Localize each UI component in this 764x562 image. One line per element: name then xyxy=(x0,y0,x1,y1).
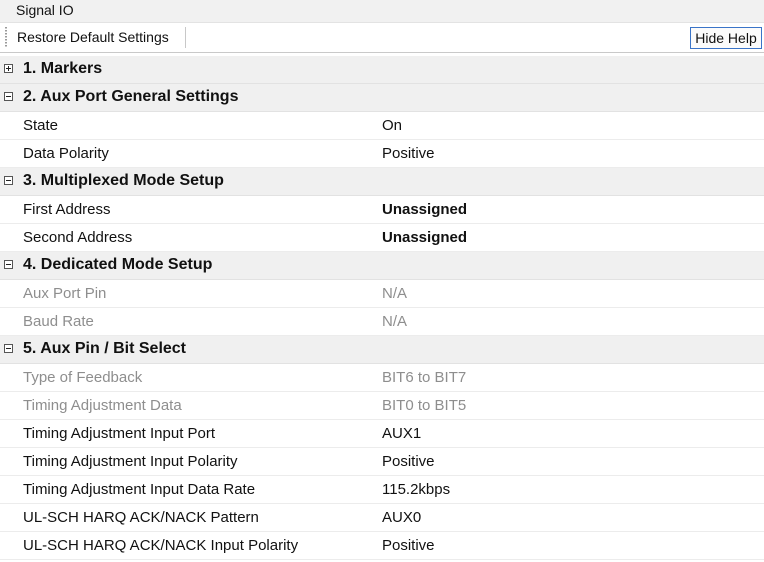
collapse-icon[interactable] xyxy=(4,176,13,185)
category-label: 5. Aux Pin / Bit Select xyxy=(23,340,187,357)
property-name: UL-SCH HARQ ACK/NACK Input Polarity xyxy=(23,537,299,554)
property-row[interactable]: Baud Rate N/A xyxy=(0,308,764,336)
property-row[interactable]: State On xyxy=(0,112,764,140)
toolbar-separator xyxy=(185,27,186,48)
property-name: Timing Adjustment Input Polarity xyxy=(23,453,238,470)
property-value[interactable]: 115.2kbps xyxy=(382,481,450,498)
property-row[interactable]: First Address Unassigned xyxy=(0,196,764,224)
category-label: 2. Aux Port General Settings xyxy=(23,88,239,105)
property-name: UL-SCH HARQ ACK/NACK Pattern xyxy=(23,509,259,526)
category-row[interactable]: 1. Markers xyxy=(0,56,764,84)
property-name: Type of Feedback xyxy=(23,369,143,386)
property-name: Aux Port Pin xyxy=(23,285,107,302)
property-value: BIT0 to BIT5 xyxy=(382,397,467,414)
category-label: 1. Markers xyxy=(23,60,103,77)
category-row[interactable]: 3. Multiplexed Mode Setup xyxy=(0,168,764,196)
property-name: Baud Rate xyxy=(23,313,94,330)
property-name: Timing Adjustment Input Port xyxy=(23,425,216,442)
property-name: Timing Adjustment Data xyxy=(23,397,182,414)
property-row[interactable]: Second Address Unassigned xyxy=(0,224,764,252)
property-row[interactable]: Timing Adjustment Input Port AUX1 xyxy=(0,420,764,448)
restore-defaults-button[interactable]: Restore Default Settings xyxy=(17,29,169,45)
collapse-icon[interactable] xyxy=(4,260,13,269)
property-value[interactable]: On xyxy=(382,117,402,134)
category-row[interactable]: 4. Dedicated Mode Setup xyxy=(0,252,764,280)
category-label: 4. Dedicated Mode Setup xyxy=(23,256,213,273)
property-value[interactable]: AUX1 xyxy=(382,425,421,442)
property-value[interactable]: Positive xyxy=(382,453,435,470)
panel-title: Signal IO xyxy=(16,2,74,18)
category-row[interactable]: 2. Aux Port General Settings xyxy=(0,84,764,112)
property-row[interactable]: UL-SCH HARQ ACK/NACK Pattern AUX0 xyxy=(0,504,764,532)
property-name: Timing Adjustment Input Data Rate xyxy=(23,481,256,498)
property-value[interactable]: Positive xyxy=(382,145,435,162)
collapse-icon[interactable] xyxy=(4,344,13,353)
property-name: Second Address xyxy=(23,229,133,246)
property-grid: 1. Markers 2. Aux Port General Settings St… xyxy=(0,56,764,560)
property-value[interactable]: Unassigned xyxy=(382,201,467,218)
expand-icon[interactable] xyxy=(4,64,13,73)
property-value: N/A xyxy=(382,285,408,302)
property-name: Data Polarity xyxy=(23,145,109,162)
property-row[interactable]: UL-SCH HARQ ACK/NACK Input Polarity Posit… xyxy=(0,532,764,560)
hide-help-button[interactable]: Hide Help xyxy=(690,27,762,49)
category-label: 3. Multiplexed Mode Setup xyxy=(23,172,224,189)
property-value: N/A xyxy=(382,313,408,330)
property-row[interactable]: Aux Port Pin N/A xyxy=(0,280,764,308)
panel-title-bar: Signal IO xyxy=(0,0,764,23)
property-row[interactable]: Timing Adjustment Data BIT0 to BIT5 xyxy=(0,392,764,420)
collapse-icon[interactable] xyxy=(4,92,13,101)
property-name: State xyxy=(23,117,59,134)
property-name: First Address xyxy=(23,201,111,218)
property-value: BIT6 to BIT7 xyxy=(382,369,467,386)
property-value[interactable]: Positive xyxy=(382,537,435,554)
property-value[interactable]: AUX0 xyxy=(382,509,421,526)
category-row[interactable]: 5. Aux Pin / Bit Select xyxy=(0,336,764,364)
property-row[interactable]: Timing Adjustment Input Data Rate 115.2kb… xyxy=(0,476,764,504)
property-row[interactable]: Timing Adjustment Input Polarity Positive xyxy=(0,448,764,476)
property-row[interactable]: Data Polarity Positive xyxy=(0,140,764,168)
property-value[interactable]: Unassigned xyxy=(382,229,467,246)
property-row[interactable]: Type of Feedback BIT6 to BIT7 xyxy=(0,364,764,392)
toolbar: Restore Default Settings Hide Help xyxy=(0,23,764,53)
toolbar-grip[interactable] xyxy=(5,27,7,47)
